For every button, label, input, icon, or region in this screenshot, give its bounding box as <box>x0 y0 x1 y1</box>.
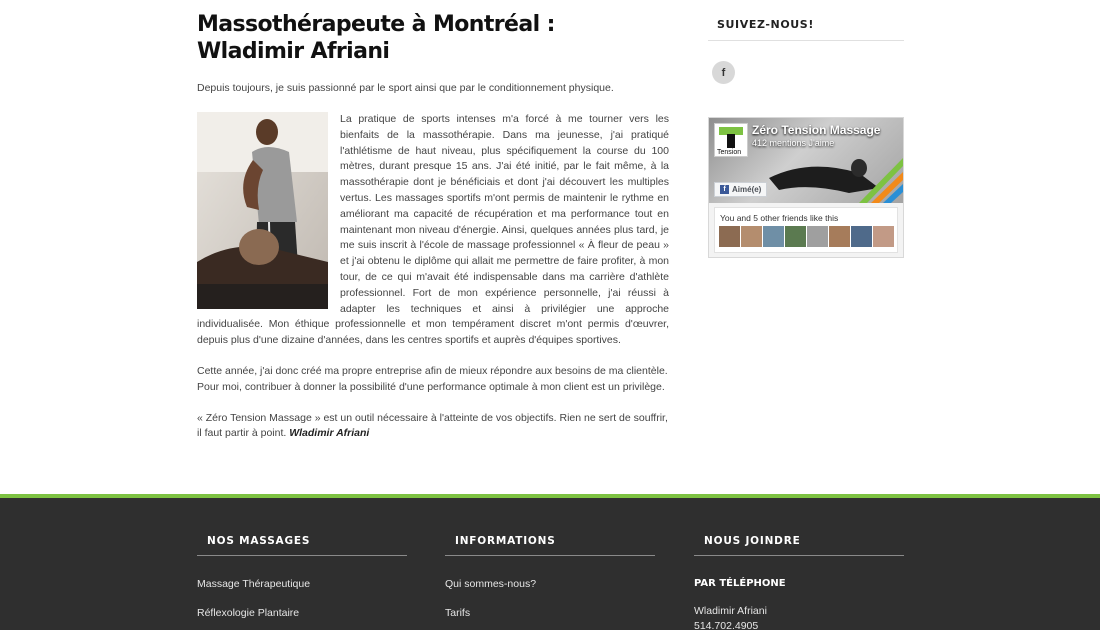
footer-link-massage-therapeutique[interactable]: Massage Thérapeutique <box>197 578 310 590</box>
main-content: Massothérapeute à Montréal : Wladimir Af… <box>197 0 669 442</box>
footer-contact-column: NOUS JOINDRE PAR TÉLÉPHONE Wladimir Afri… <box>694 498 904 630</box>
footer-link-qui-sommes-nous[interactable]: Qui sommes-nous? <box>445 578 536 590</box>
paragraph-motto: « Zéro Tension Massage » est un outil né… <box>197 411 669 443</box>
facebook-page-logo: Tension <box>714 123 748 157</box>
footer-contact-title: NOUS JOINDRE <box>694 498 904 556</box>
friend-avatar[interactable] <box>829 226 850 247</box>
page-title-line-2: Wladimir Afriani <box>197 39 390 64</box>
facebook-liked-button[interactable]: f Aimé(e) <box>714 182 768 197</box>
facebook-page-widget[interactable]: Tension Zéro Tension Massage 412 mention… <box>708 117 904 258</box>
facebook-page-name[interactable]: Zéro Tension Massage <box>752 123 880 137</box>
facebook-liked-label: Aimé(e) <box>732 185 762 194</box>
page-title: Massothérapeute à Montréal : Wladimir Af… <box>197 11 669 65</box>
friend-avatar[interactable] <box>873 226 894 247</box>
facebook-friend-avatars <box>719 226 894 247</box>
facebook-icon[interactable]: f <box>712 61 735 84</box>
friend-avatar[interactable] <box>807 226 828 247</box>
footer: NOS MASSAGES Massage Thérapeutique Réfle… <box>0 494 1100 630</box>
footer-phone-heading: PAR TÉLÉPHONE <box>694 578 786 589</box>
facebook-friends-text: You and 5 other friends like this <box>720 213 839 223</box>
follow-us-title: SUIVEZ-NOUS! <box>708 0 904 41</box>
page-logo-text: Tension <box>717 149 741 156</box>
friend-avatar[interactable] <box>851 226 872 247</box>
signature: Wladimir Afriani <box>289 427 370 440</box>
friend-avatar[interactable] <box>785 226 806 247</box>
footer-informations-title: INFORMATIONS <box>445 498 655 556</box>
massage-photo-illustration <box>197 112 328 309</box>
friend-avatar[interactable] <box>763 226 784 247</box>
bio-section: La pratique de sports intenses m'a forcé… <box>197 112 669 349</box>
intro-text: Depuis toujours, je suis passionné par l… <box>197 82 614 94</box>
facebook-cover-image: Tension Zéro Tension Massage 412 mention… <box>709 118 903 203</box>
page-title-line-1: Massothérapeute à Montréal : <box>197 12 555 37</box>
sidebar: SUIVEZ-NOUS! f Tension Zéro Tension Mass… <box>708 0 904 258</box>
footer-contact-name: Wladimir Afriani <box>694 605 767 617</box>
facebook-likes-count: 412 mentions J'aime <box>752 138 835 148</box>
motto-text: « Zéro Tension Massage » est un outil né… <box>197 411 668 440</box>
facebook-friends-box: You and 5 other friends like this <box>714 207 898 253</box>
massage-photo <box>197 112 328 309</box>
footer-link-tarifs[interactable]: Tarifs <box>445 607 470 619</box>
friend-avatar[interactable] <box>741 226 762 247</box>
footer-link-reflexologie[interactable]: Réflexologie Plantaire <box>197 607 299 619</box>
page-logo-graphic: Tension <box>717 127 743 156</box>
facebook-small-icon: f <box>720 185 729 194</box>
footer-massages-title: NOS MASSAGES <box>197 498 407 556</box>
footer-informations-column: INFORMATIONS Qui sommes-nous? Tarifs <box>445 498 655 619</box>
paragraph-business: Cette année, j'ai donc créé ma propre en… <box>197 364 668 393</box>
footer-massages-column: NOS MASSAGES Massage Thérapeutique Réfle… <box>197 498 407 619</box>
footer-phone-number[interactable]: 514.702.4905 <box>694 620 758 630</box>
friend-avatar[interactable] <box>719 226 740 247</box>
